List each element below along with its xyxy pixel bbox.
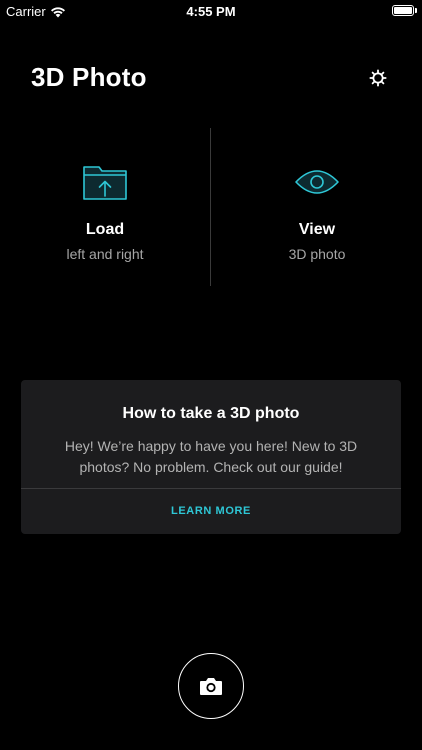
battery-tip [415,8,417,13]
view-button[interactable]: View 3D photo [212,130,422,286]
page-title: 3D Photo [31,62,147,92]
guide-card: How to take a 3D photo Hey! We’re happy … [21,380,401,534]
learn-more-button[interactable]: LEARN MORE [21,488,401,534]
settings-button[interactable] [366,66,390,90]
view-label: View [298,221,336,238]
battery-icon [392,5,414,16]
guide-body: Hey! We’re happy to have you here! New t… [64,438,358,475]
load-icon-wrap [0,162,210,202]
gear-icon [369,69,387,87]
load-button[interactable]: Load left and right [0,130,210,286]
status-bar: Carrier 4:55 PM [0,0,422,22]
eye-icon [295,170,339,194]
camera-icon [200,678,222,695]
load-label: Load [85,221,125,238]
guide-title: How to take a 3D photo [122,405,300,422]
view-sublabel: 3D photo [288,246,346,262]
status-time: 4:55 PM [186,4,236,19]
folder-upload-icon [83,166,127,200]
view-icon-wrap [212,162,422,202]
camera-button[interactable] [178,653,244,719]
actions-divider [210,128,211,286]
load-sublabel: left and right [66,246,144,262]
